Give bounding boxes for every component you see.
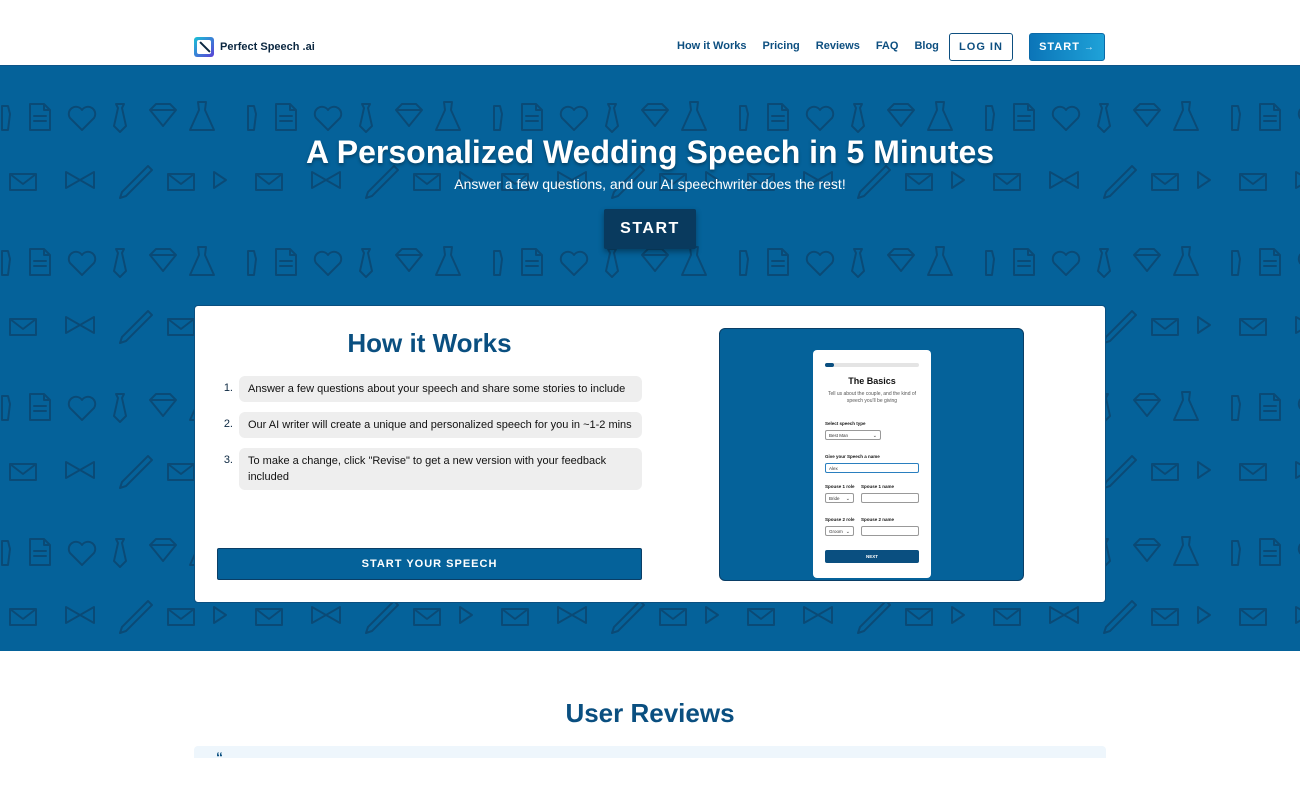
preview-subtitle: Tell us about the couple, and the kind o… bbox=[827, 391, 917, 404]
speech-type-value: Best Man bbox=[829, 433, 849, 438]
login-button[interactable]: LOG IN bbox=[949, 33, 1013, 61]
preview-form: The Basics Tell us about the couple, and… bbox=[813, 350, 931, 578]
quote-icon: “ bbox=[216, 749, 223, 765]
step-text: To make a change, click "Revise" to get … bbox=[239, 448, 642, 490]
spouse2-name-input[interactable] bbox=[861, 526, 919, 536]
list-item: 2. Our AI writer will create a unique an… bbox=[217, 412, 642, 438]
review-card: “ bbox=[194, 746, 1106, 765]
app-preview: The Basics Tell us about the couple, and… bbox=[719, 328, 1024, 581]
step-text: Answer a few questions about your speech… bbox=[239, 376, 642, 402]
nav-reviews[interactable]: Reviews bbox=[816, 40, 860, 52]
site-header: Perfect Speech .ai How it Works Pricing … bbox=[0, 0, 1300, 66]
hero-section: A Personalized Wedding Speech in 5 Minut… bbox=[0, 66, 1300, 651]
spouse1-name-label: Spouse 1 name bbox=[861, 484, 895, 489]
chevron-down-icon: ⌄ bbox=[845, 496, 850, 502]
chevron-down-icon: ⌄ bbox=[845, 529, 850, 535]
speech-name-label: Give your Speech a name bbox=[825, 454, 880, 459]
brand[interactable]: Perfect Speech .ai bbox=[194, 37, 315, 57]
steps-list: 1. Answer a few questions about your spe… bbox=[217, 376, 642, 500]
spouse2-role-label: Spouse 2 role bbox=[825, 517, 855, 522]
hero-title: A Personalized Wedding Speech in 5 Minut… bbox=[305, 134, 995, 170]
nav-faq[interactable]: FAQ bbox=[876, 40, 899, 52]
nav-how-it-works[interactable]: How it Works bbox=[677, 40, 746, 52]
hero-start-button[interactable]: START bbox=[604, 209, 696, 249]
how-it-works-title: How it Works bbox=[347, 328, 512, 358]
chevron-down-icon: ⌄ bbox=[872, 433, 877, 439]
spouse1-role-value: Bride bbox=[829, 496, 840, 501]
step-number: 3. bbox=[223, 454, 233, 466]
start-your-speech-button[interactable]: START YOUR SPEECH bbox=[217, 548, 642, 580]
speech-name-input[interactable]: Alex bbox=[825, 463, 919, 473]
step-number: 1. bbox=[223, 382, 233, 394]
header-start-label: START bbox=[1039, 41, 1080, 53]
nav-blog[interactable]: Blog bbox=[914, 40, 938, 52]
logo-icon bbox=[194, 37, 214, 57]
spouse1-name-input[interactable] bbox=[861, 493, 919, 503]
main-nav: How it Works Pricing Reviews FAQ Blog bbox=[677, 40, 939, 52]
spouse2-role-value: Groom bbox=[829, 529, 843, 534]
list-item: 1. Answer a few questions about your spe… bbox=[217, 376, 642, 402]
brand-name: Perfect Speech .ai bbox=[220, 41, 315, 53]
arrow-right-icon: → bbox=[1083, 41, 1095, 53]
progress-bar bbox=[825, 363, 919, 367]
nav-pricing[interactable]: Pricing bbox=[762, 40, 799, 52]
preview-next-button[interactable]: NEXT bbox=[825, 550, 919, 563]
step-number: 2. bbox=[223, 418, 233, 430]
spouse2-name-label: Spouse 2 name bbox=[861, 517, 895, 522]
how-it-works-card: How it Works 1. Answer a few questions a… bbox=[194, 305, 1106, 603]
preview-title: The Basics bbox=[848, 376, 896, 386]
hero-subtitle: Answer a few questions, and our AI speec… bbox=[454, 176, 846, 192]
list-item: 3. To make a change, click "Revise" to g… bbox=[217, 448, 642, 490]
progress-bar-fill bbox=[825, 363, 835, 367]
spouse1-role-select[interactable]: Bride ⌄ bbox=[825, 493, 854, 503]
step-text: Our AI writer will create a unique and p… bbox=[239, 412, 642, 438]
header-start-button[interactable]: START → bbox=[1029, 33, 1105, 61]
spouse1-role-label: Spouse 1 role bbox=[825, 484, 855, 489]
speech-type-select[interactable]: Best Man ⌄ bbox=[825, 430, 881, 440]
user-reviews-title: User Reviews bbox=[565, 698, 735, 728]
speech-type-label: Select speech type bbox=[825, 421, 866, 426]
spouse2-role-select[interactable]: Groom ⌄ bbox=[825, 526, 854, 536]
